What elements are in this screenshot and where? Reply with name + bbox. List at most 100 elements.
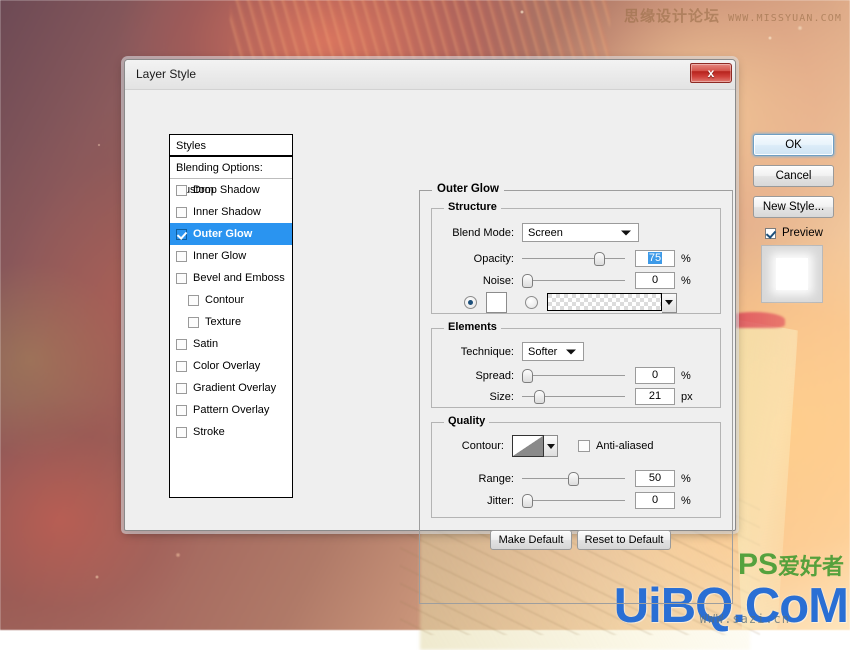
new-style-button[interactable]: New Style... [753,196,834,218]
chevron-down-icon [665,300,673,305]
style-checkbox[interactable] [176,229,187,240]
opacity-unit: % [681,253,691,265]
ok-button[interactable]: OK [753,134,834,156]
sidebar-item-label: Stroke [193,426,225,438]
style-checkbox[interactable] [176,383,187,394]
layer-style-dialog: Layer Style x Styles Blending Options: C… [124,59,736,531]
blend-mode-value: Screen [528,227,563,239]
range-slider[interactable] [522,472,625,486]
style-checkbox[interactable] [188,295,199,306]
sidebar-item-stroke[interactable]: Stroke [170,421,292,443]
glow-gradient-radio[interactable] [525,296,538,309]
glow-gradient-picker[interactable] [547,293,677,313]
style-checkbox[interactable] [176,273,187,284]
style-checkbox[interactable] [176,405,187,416]
contour-field: Contour: Anti-aliased [440,435,653,457]
noise-input[interactable]: 0 [635,272,675,289]
style-checkbox[interactable] [188,317,199,328]
make-default-button[interactable]: Make Default [490,530,572,550]
sidebar-item-label: Texture [205,316,241,328]
sidebar-item-satin[interactable]: Satin [170,333,292,355]
anti-aliased-label: Anti-aliased [596,440,653,452]
quality-group: Quality Contour: Anti-aliased [431,422,721,518]
preview-checkbox[interactable]: Preview [765,227,841,239]
spread-input[interactable]: 0 [635,367,675,384]
contour-curve-icon [513,436,543,456]
jitter-unit: % [681,495,691,507]
sidebar-item-inner-glow[interactable]: Inner Glow [170,245,292,267]
glow-gradient-dropdown-button[interactable] [662,293,677,313]
close-icon[interactable]: x [690,63,732,83]
blend-mode-field: Blend Mode: Screen [440,223,715,242]
styles-list-header[interactable]: Styles [170,135,292,157]
anti-aliased-checkbox[interactable]: Anti-aliased [578,440,653,452]
spread-label: Spread: [440,370,514,382]
glow-color-radio[interactable] [464,296,477,309]
cancel-button[interactable]: Cancel [753,165,834,187]
range-slider-thumb[interactable] [568,472,579,486]
sidebar-item-outer-glow[interactable]: Outer Glow [170,223,292,245]
spread-slider-thumb[interactable] [522,369,533,383]
blend-mode-select[interactable]: Screen [522,223,639,242]
size-slider-thumb[interactable] [534,390,545,404]
noise-slider-track [522,280,625,281]
preview-checkbox-box[interactable] [765,228,776,239]
sidebar-item-label: Inner Shadow [193,206,261,218]
preview-thumbnail [761,245,823,303]
sidebar-item-contour[interactable]: Contour [170,289,292,311]
opacity-label: Opacity: [440,253,514,265]
size-slider[interactable] [522,390,625,404]
contour-preview[interactable] [512,435,544,457]
preview-thumbnail-glow [776,258,808,290]
opacity-slider[interactable] [522,252,625,266]
style-checkbox[interactable] [176,207,187,218]
opacity-input[interactable]: 75 [635,250,675,267]
spread-field: Spread: 0 % [440,367,691,384]
sidebar-item-blending-options[interactable]: Blending Options: Custom [170,157,292,179]
noise-slider[interactable] [522,274,625,288]
glow-gradient-preview[interactable] [547,293,662,311]
jitter-slider-track [522,500,625,501]
contour-picker[interactable] [512,435,558,457]
noise-slider-thumb[interactable] [522,274,533,288]
chevron-down-icon [547,444,555,449]
technique-label: Technique: [440,346,514,358]
reset-to-default-button[interactable]: Reset to Default [577,530,671,550]
jitter-slider-thumb[interactable] [522,494,533,508]
range-input[interactable]: 50 [635,470,675,487]
sidebar-item-gradient-overlay[interactable]: Gradient Overlay [170,377,292,399]
opacity-slider-thumb[interactable] [594,252,605,266]
style-checkbox[interactable] [176,185,187,196]
chevron-down-icon [566,349,576,354]
size-input[interactable]: 21 [635,388,675,405]
sidebar-item-texture[interactable]: Texture [170,311,292,333]
opacity-field: Opacity: 75 % [440,250,720,267]
dialog-titlebar[interactable]: Layer Style x [125,60,735,90]
sidebar-item-inner-shadow[interactable]: Inner Shadow [170,201,292,223]
opacity-value: 75 [648,252,662,264]
style-checkbox[interactable] [176,361,187,372]
range-label: Range: [440,473,514,485]
spread-unit: % [681,370,691,382]
style-checkbox[interactable] [176,427,187,438]
sidebar-item-label: Bevel and Emboss [193,272,285,284]
sidebar-item-pattern-overlay[interactable]: Pattern Overlay [170,399,292,421]
contour-dropdown-button[interactable] [544,435,558,457]
style-checkbox[interactable] [176,251,187,262]
sidebar-item-bevel-and-emboss[interactable]: Bevel and Emboss [170,267,292,289]
range-field: Range: 50 % [440,470,691,487]
noise-label: Noise: [440,275,514,287]
preview-label: Preview [782,227,823,239]
glow-color-swatch[interactable] [486,292,507,313]
jitter-input[interactable]: 0 [635,492,675,509]
style-checkbox[interactable] [176,339,187,350]
close-icon-glyph: x [708,67,715,79]
contour-label: Contour: [440,440,504,452]
technique-select[interactable]: Softer [522,342,584,361]
spread-slider[interactable] [522,369,625,383]
sidebar-item-color-overlay[interactable]: Color Overlay [170,355,292,377]
size-unit: px [681,391,693,403]
range-unit: % [681,473,691,485]
jitter-slider[interactable] [522,494,625,508]
anti-aliased-box[interactable] [578,440,590,452]
